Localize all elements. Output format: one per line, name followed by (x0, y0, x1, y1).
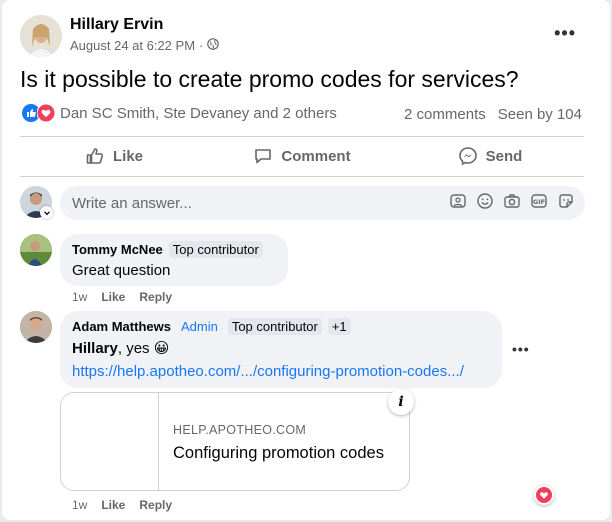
send-label: Send (485, 147, 523, 165)
post-card: Hillary Ervin August 24 at 6:22 PM · •••… (2, 0, 610, 520)
messenger-icon (458, 146, 478, 166)
comment-body: , yes 😀 (117, 340, 170, 357)
post-meta: August 24 at 6:22 PM · (70, 38, 220, 53)
comment-like-link[interactable]: Like (101, 498, 125, 512)
commenter-avatar[interactable] (20, 234, 52, 266)
avatar-icon[interactable] (449, 192, 467, 215)
heart-reaction-icon[interactable] (534, 485, 554, 505)
comment-url-link[interactable]: https://help.apotheo.com/.../configuring… (72, 363, 490, 380)
svg-text:GIF: GIF (533, 197, 545, 205)
comment-text: Hillary, yes 😀 (72, 339, 490, 357)
camera-icon[interactable] (503, 192, 521, 215)
comment-reply-link[interactable]: Reply (139, 498, 172, 512)
more-options-icon[interactable]: ••• (554, 24, 576, 42)
commenter-avatar[interactable] (20, 311, 52, 343)
comment-bubble: Adam Matthews Admin Top contributor +1 H… (60, 311, 502, 388)
post-title: Is it possible to create promo codes for… (20, 66, 519, 92)
comment-options-icon[interactable]: ••• (512, 342, 530, 356)
comment-footer: 1w Like Reply (72, 290, 172, 304)
commenter-name[interactable]: Adam Matthews (72, 319, 171, 334)
link-preview-domain: HELP.APOTHEO.COM (173, 423, 307, 437)
answer-input[interactable] (72, 194, 449, 212)
commenter-name[interactable]: Tommy McNee (72, 242, 163, 257)
post-actions: Like Comment Send (20, 136, 584, 176)
top-contributor-badge: Top contributor (168, 241, 263, 258)
seen-by-count[interactable]: Seen by 104 (498, 106, 582, 123)
divider-bottom (20, 176, 584, 177)
comment-header: Tommy McNee Top contributor (72, 241, 276, 258)
link-preview-thumbnail (61, 393, 159, 490)
composer-icons: GIF (449, 192, 575, 215)
comment-time[interactable]: 1w (72, 290, 87, 304)
gif-icon[interactable]: GIF (530, 192, 548, 215)
comment-reply-link[interactable]: Reply (139, 290, 172, 304)
comment-header: Adam Matthews Admin Top contributor +1 (72, 318, 490, 335)
chevron-down-icon[interactable] (40, 206, 53, 219)
info-icon[interactable]: i (388, 389, 414, 415)
comment-like-link[interactable]: Like (101, 290, 125, 304)
comment-label: Comment (281, 147, 351, 165)
send-button[interactable]: Send (396, 136, 584, 176)
like-button[interactable]: Like (20, 136, 208, 176)
like-label: Like (112, 147, 143, 165)
comment-time[interactable]: 1w (72, 498, 87, 512)
reactions-summary[interactable]: Dan SC Smith, Ste Devaney and 2 others (22, 104, 337, 122)
comment-bubble-icon (253, 146, 273, 166)
globe-icon (207, 38, 220, 53)
comment-bubble: Tommy McNee Top contributor Great questi… (60, 234, 288, 286)
comment-footer: 1w Like Reply (72, 498, 172, 512)
comment-text: Great question (72, 262, 171, 279)
thumbs-up-icon (85, 146, 105, 166)
author-avatar[interactable] (20, 15, 62, 57)
love-reaction-icon (37, 104, 55, 122)
sticker-icon[interactable] (557, 192, 575, 215)
post-counts: 2 comments Seen by 104 (404, 106, 582, 123)
top-contributor-badge: Top contributor (227, 318, 322, 335)
comments-count[interactable]: 2 comments (404, 106, 486, 123)
answer-composer: GIF (60, 186, 585, 220)
reaction-names: Dan SC Smith, Ste Devaney and 2 others (60, 104, 337, 122)
link-preview-title: Configuring promotion codes (173, 444, 384, 462)
post-date[interactable]: August 24 at 6:22 PM (70, 38, 195, 53)
admin-badge: Admin (180, 319, 218, 334)
meta-separator: · (199, 38, 204, 53)
emoji-icon[interactable] (476, 192, 494, 215)
author-name[interactable]: Hillary Ervin (70, 16, 163, 34)
more-badges[interactable]: +1 (327, 318, 351, 335)
link-preview-card[interactable]: HELP.APOTHEO.COM Configuring promotion c… (60, 392, 410, 491)
comment-button[interactable]: Comment (208, 136, 396, 176)
mention-link[interactable]: Hillary (72, 340, 118, 357)
